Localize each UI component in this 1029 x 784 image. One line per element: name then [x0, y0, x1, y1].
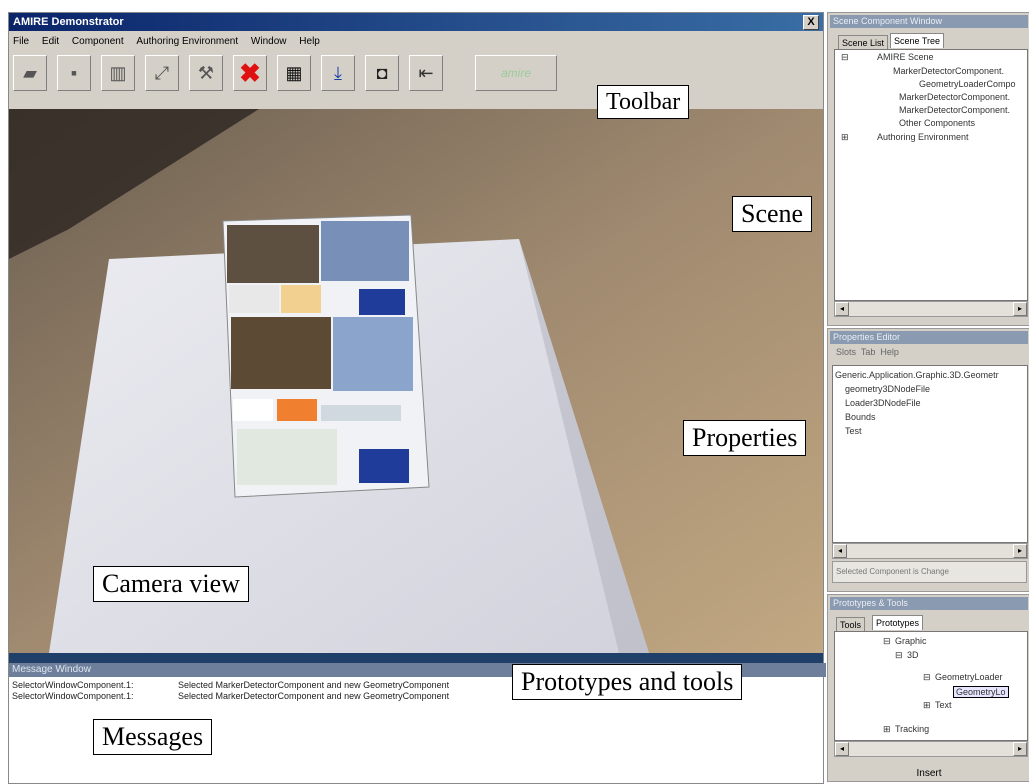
- insert-button[interactable]: Insert: [828, 768, 1029, 779]
- scroll-left-icon[interactable]: ◂: [835, 742, 849, 756]
- callout-toolbar: Toolbar: [597, 85, 690, 119]
- scene-panel: Scene Component Window Scene List Scene …: [827, 12, 1029, 326]
- message-text: Selected MarkerDetectorComponent and new…: [178, 680, 450, 690]
- properties-status-field: Selected Component is Change: [832, 561, 1027, 583]
- scroll-left-icon[interactable]: ◂: [833, 544, 847, 558]
- tree-expand-icon[interactable]: ⊟: [923, 672, 931, 683]
- properties-panel-title: Properties Editor: [830, 331, 1028, 344]
- message-source: SelectorWindowComponent.1:: [12, 691, 134, 701]
- message-row: SelectorWindowComponent.1: Selected Mark…: [12, 680, 449, 690]
- property-item[interactable]: Loader3DNodeFile: [845, 398, 921, 408]
- properties-panel: Properties Editor Slots Tab Help Generic…: [827, 328, 1029, 592]
- prototypes-panel: Prototypes & Tools Tools Prototypes ⊟ Gr…: [827, 594, 1029, 782]
- properties-menu-help[interactable]: Help: [880, 347, 899, 357]
- message-row: SelectorWindowComponent.1: Selected Mark…: [12, 691, 449, 701]
- property-item[interactable]: Bounds: [845, 412, 876, 422]
- window-title: AMIRE Demonstrator: [13, 16, 124, 28]
- tab-scene-tree[interactable]: Scene Tree: [890, 33, 945, 48]
- import-icon[interactable]: ⤓: [321, 55, 355, 91]
- prototype-item-selected[interactable]: GeometryLo: [953, 686, 1009, 698]
- prototype-item[interactable]: Tracking: [895, 724, 929, 734]
- tree-expand-icon[interactable]: ⊞: [841, 132, 849, 143]
- tree-expand-icon[interactable]: ⊟: [883, 636, 891, 647]
- tree-item[interactable]: Other Components: [899, 118, 975, 128]
- marker-icon[interactable]: ▦: [277, 55, 311, 91]
- scroll-right-icon[interactable]: ▸: [1013, 544, 1027, 558]
- menu-file[interactable]: File: [9, 33, 35, 47]
- properties-menu-slots[interactable]: Slots: [836, 347, 856, 357]
- properties-menu: Slots Tab Help: [836, 347, 899, 357]
- properties-menu-tab[interactable]: Tab: [861, 347, 876, 357]
- close-button[interactable]: X: [803, 15, 819, 30]
- tree-expand-icon[interactable]: ⊞: [883, 724, 891, 735]
- property-item[interactable]: Test: [845, 426, 862, 436]
- prototypes-panel-title: Prototypes & Tools: [830, 597, 1028, 610]
- callout-messages: Messages: [93, 719, 213, 755]
- tree-item[interactable]: MarkerDetectorComponent.: [899, 92, 1010, 102]
- tab-prototypes[interactable]: Prototypes: [872, 615, 924, 630]
- prototype-item[interactable]: 3D: [907, 650, 919, 660]
- scroll-left-icon[interactable]: ◂: [835, 302, 849, 316]
- amire-logo: amire: [475, 55, 557, 91]
- prototype-item[interactable]: Graphic: [895, 636, 927, 646]
- open-folder-icon[interactable]: ▰: [13, 55, 47, 91]
- property-item[interactable]: geometry3DNodeFile: [845, 384, 930, 394]
- scene-panel-title: Scene Component Window: [830, 15, 1028, 28]
- menu-help[interactable]: Help: [295, 33, 326, 47]
- scene-tree[interactable]: ⊟ AMIRE Scene MarkerDetectorComponent. G…: [834, 49, 1028, 301]
- prototype-item[interactable]: Text: [935, 700, 952, 710]
- callout-camera-view: Camera view: [93, 566, 249, 602]
- tree-item[interactable]: MarkerDetectorComponent.: [893, 66, 1004, 76]
- scroll-right-icon[interactable]: ▸: [1013, 302, 1027, 316]
- tree-item[interactable]: Authoring Environment: [877, 132, 969, 142]
- library-icon[interactable]: ▥: [101, 55, 135, 91]
- toolbar: ▰ ▪ ▥ ⤢ ⚒ ✖ ▦ ⤓ ◘ ⇤ amire: [13, 55, 573, 95]
- menu-authoring-environment[interactable]: Authoring Environment: [132, 33, 244, 47]
- tree-expand-icon[interactable]: ⊞: [923, 700, 931, 711]
- delete-icon[interactable]: ✖: [233, 55, 267, 91]
- tree-item[interactable]: AMIRE Scene: [877, 52, 934, 62]
- menu-component[interactable]: Component: [68, 33, 130, 47]
- title-bar: AMIRE Demonstrator X: [9, 13, 823, 31]
- scroll-right-icon[interactable]: ▸: [1013, 742, 1027, 756]
- tools-icon[interactable]: ⚒: [189, 55, 223, 91]
- menu-bar: File Edit Component Authoring Environmen…: [9, 33, 823, 51]
- prototype-item[interactable]: GeometryLoader: [935, 672, 1003, 682]
- callout-properties: Properties: [683, 420, 807, 456]
- menu-edit[interactable]: Edit: [38, 33, 65, 47]
- property-item[interactable]: Generic.Application.Graphic.3D.Geometr: [835, 370, 999, 380]
- marker-card: [222, 214, 430, 498]
- prototypes-scrollbar[interactable]: ◂ ▸: [834, 741, 1028, 757]
- link-icon[interactable]: ⤢: [145, 55, 179, 91]
- exit-icon[interactable]: ⇤: [409, 55, 443, 91]
- tree-expand-icon[interactable]: ⊟: [841, 52, 849, 63]
- prototypes-tree[interactable]: ⊟ Graphic ⊟ 3D ⊟ GeometryLoader Geometry…: [834, 631, 1028, 741]
- tree-expand-icon[interactable]: ⊟: [895, 650, 903, 661]
- tab-scene-list[interactable]: Scene List: [838, 35, 889, 50]
- window-icon[interactable]: ◘: [365, 55, 399, 91]
- message-source: SelectorWindowComponent.1:: [12, 680, 134, 690]
- save-icon[interactable]: ▪: [57, 55, 91, 91]
- menu-window[interactable]: Window: [247, 33, 293, 47]
- callout-prototypes-tools: Prototypes and tools: [512, 664, 743, 700]
- tree-item[interactable]: GeometryLoaderCompo: [919, 79, 1016, 89]
- tab-tools[interactable]: Tools: [836, 617, 866, 632]
- callout-scene: Scene: [732, 196, 813, 232]
- tree-item[interactable]: MarkerDetectorComponent.: [899, 105, 1010, 115]
- message-text: Selected MarkerDetectorComponent and new…: [178, 691, 450, 701]
- properties-list[interactable]: Generic.Application.Graphic.3D.Geometr g…: [832, 365, 1028, 543]
- camera-status-bar: [9, 653, 823, 663]
- properties-scrollbar[interactable]: ◂ ▸: [832, 543, 1028, 559]
- scene-scrollbar[interactable]: ◂ ▸: [834, 301, 1028, 317]
